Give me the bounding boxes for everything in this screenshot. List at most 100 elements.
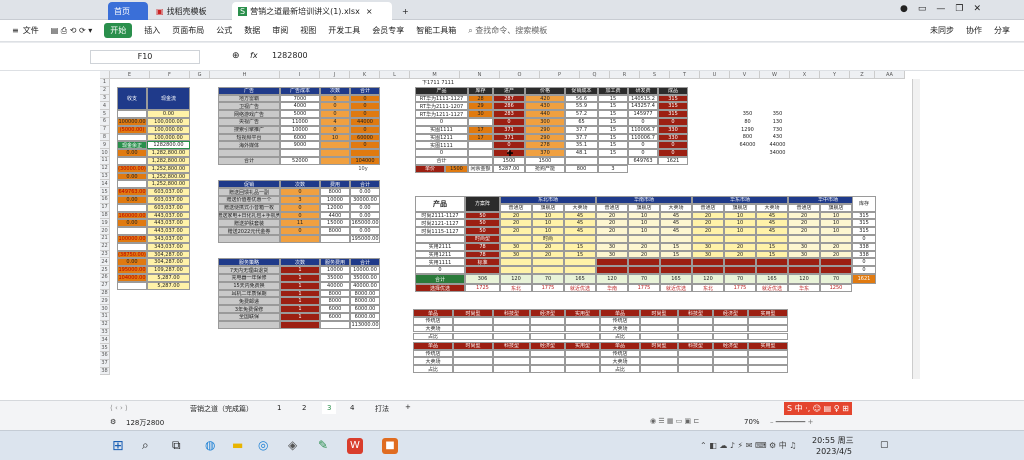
ad-cell[interactable]	[350, 149, 380, 157]
ratio-header[interactable]: 科技型	[678, 309, 713, 317]
market-cell[interactable]: 45	[756, 227, 788, 235]
market-cell[interactable]	[756, 235, 788, 243]
toolbar-icons[interactable]: ▤ ⎙ ⟲ ⟳ ▾	[51, 26, 93, 36]
product-cell[interactable]: 110006.7	[628, 125, 658, 134]
sheet-tab-complete[interactable]: 营销之道（完成篇）	[190, 404, 253, 414]
side-value[interactable]: 350	[765, 110, 790, 118]
product-cell[interactable]: 17	[468, 125, 493, 134]
cashflow-balance[interactable]: 304,287.00	[147, 250, 190, 259]
ratio-cell[interactable]	[748, 332, 788, 341]
ad-cell[interactable]: 6000	[280, 133, 320, 142]
product-cell[interactable]: RT华为1211-1127	[415, 110, 468, 118]
promo-cell[interactable]: 赠送回馈礼品一副	[218, 188, 280, 196]
market-cell[interactable]: 20	[788, 219, 820, 228]
row-header[interactable]: 23	[100, 250, 110, 259]
ad-cell[interactable]	[320, 157, 350, 165]
column-header[interactable]: L	[380, 71, 410, 79]
market-cell[interactable]	[500, 258, 532, 267]
ratio-cell[interactable]	[640, 349, 678, 358]
cashflow-income[interactable]	[117, 180, 147, 189]
ratio-cell[interactable]	[530, 349, 565, 358]
cashflow-balance[interactable]: 443,037.00	[147, 227, 190, 235]
product-cell[interactable]	[468, 141, 493, 150]
cashflow-header[interactable]: 现金流	[147, 86, 190, 111]
product-cell[interactable]: 0	[628, 141, 658, 150]
market-cell[interactable]	[628, 258, 660, 267]
product-cell[interactable]: 15	[598, 125, 628, 134]
row-header[interactable]: 4	[100, 102, 110, 111]
row-header[interactable]: 35	[100, 344, 110, 352]
market-cell[interactable]: 20	[500, 211, 532, 220]
ratio-header[interactable]: 实用型	[565, 341, 600, 350]
sheet-tab-3[interactable]: 3	[322, 402, 337, 414]
service-cell[interactable]: 35000	[320, 274, 350, 282]
cashflow-income[interactable]: 0.00	[117, 219, 147, 228]
market-cell[interactable]: 15	[660, 242, 692, 251]
cashflow-balance[interactable]: 1,252,800.00	[147, 172, 190, 181]
product-cell[interactable]: 28	[468, 94, 493, 103]
cashflow-balance[interactable]: 0.00	[147, 110, 190, 118]
view-icons[interactable]: ◉ ☰ ▦ ▭ ▣ ⊏	[650, 417, 699, 425]
market-result[interactable]: 1250	[820, 284, 852, 292]
market-cell[interactable]: 0	[852, 266, 876, 274]
menu-review[interactable]: 审阅	[272, 25, 288, 36]
app-icon[interactable]: ◈	[288, 438, 304, 454]
product-footer[interactable]: 抢购产能	[525, 164, 565, 173]
promo-cell[interactable]: 4400	[320, 211, 350, 220]
row-header[interactable]: 25	[100, 266, 110, 274]
market-cell[interactable]: 30	[596, 242, 628, 251]
market-cell[interactable]	[532, 266, 564, 274]
column-header[interactable]: N	[460, 71, 500, 79]
market-store-header[interactable]: 普通店	[788, 203, 820, 212]
row-header[interactable]: 31	[100, 313, 110, 321]
windows-start-icon[interactable]: ⊞	[112, 438, 128, 454]
market-total[interactable]: 120	[596, 274, 628, 285]
service-cell[interactable]: 6000.00	[350, 313, 380, 321]
row-header[interactable]: 1	[100, 79, 110, 87]
cashflow-income[interactable]	[117, 157, 147, 165]
row-header[interactable]: 24	[100, 258, 110, 267]
market-cell[interactable]: 30	[788, 250, 820, 259]
ratio-cell[interactable]	[565, 316, 600, 325]
service-cell[interactable]	[280, 320, 320, 329]
row-header[interactable]: 22	[100, 242, 110, 251]
product-footer[interactable]: 3	[598, 164, 628, 173]
market-cell[interactable]: 实用2111	[415, 242, 465, 251]
cashflow-income[interactable]: (100000.00)	[117, 235, 147, 243]
ad-cell[interactable]: 0	[350, 102, 380, 111]
column-header[interactable]: H	[210, 71, 280, 79]
ad-cell[interactable]: 7000	[280, 94, 320, 103]
side-value[interactable]: 430	[765, 134, 790, 142]
ratio-cell[interactable]	[678, 357, 713, 366]
market-cell[interactable]: 45	[756, 211, 788, 220]
product-cell[interactable]: 56.6	[565, 94, 598, 103]
market-total[interactable]: 120	[788, 274, 820, 285]
zoom-icon[interactable]: ⊕	[232, 51, 240, 61]
product-cell[interactable]: 430	[525, 102, 565, 111]
cashflow-income[interactable]: (195000.00)	[117, 266, 147, 274]
market-cell[interactable]: 20	[820, 250, 852, 259]
cashflow-balance[interactable]: 1,252,800.00	[147, 180, 190, 189]
tray-icons[interactable]: ⌃ ◧ ☁ ♪ ⚡ ✉ ⌨ ⚙ 中 ♫	[700, 440, 796, 451]
column-header[interactable]: J	[320, 71, 350, 79]
product-cell[interactable]: 145977	[628, 110, 658, 118]
ad-cell[interactable]: 0	[320, 110, 350, 118]
market-cell[interactable]	[788, 266, 820, 274]
share-button[interactable]: 分享	[994, 25, 1010, 36]
ratio-cell[interactable]	[678, 332, 713, 341]
market-result[interactable]: 就近优选	[660, 284, 692, 292]
search-icon[interactable]: ⌕	[142, 438, 158, 454]
recorder-icon[interactable]: ■	[382, 438, 398, 454]
promo-cell[interactable]: 8000	[320, 227, 350, 235]
product-cell[interactable]: 0	[415, 118, 468, 126]
market-store-header[interactable]: 大卖场	[660, 203, 692, 212]
service-cell[interactable]: 35000.00	[350, 274, 380, 282]
product-cell[interactable]: 15	[598, 94, 628, 103]
promo-cell[interactable]: 0.00	[350, 211, 380, 220]
market-store-header[interactable]: 普通店	[692, 203, 724, 212]
promo-header[interactable]: 费用	[320, 180, 350, 189]
market-cell[interactable]	[660, 258, 692, 267]
market-total[interactable]: 165	[660, 274, 692, 285]
market-cell[interactable]: 20	[596, 219, 628, 228]
ad-header[interactable]: 合计	[350, 86, 380, 95]
